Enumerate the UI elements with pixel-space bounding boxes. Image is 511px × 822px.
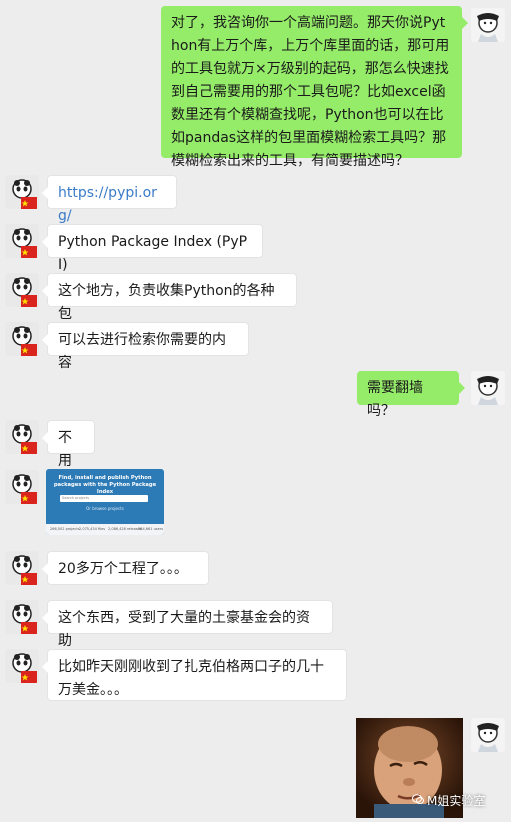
message-text: 20多万个工程了。。。 xyxy=(58,561,188,577)
message-bubble-received[interactable]: https://pypi.org/ xyxy=(42,175,177,224)
message-text: 这个东西，受到了大量的土豪基金会的资助 xyxy=(58,610,310,649)
contact-avatar[interactable] xyxy=(5,175,39,209)
image-stat: 2,075,434 files xyxy=(79,527,106,531)
message-text: 比如昨天刚刚收到了扎克伯格两口子的几十万美金。。。 xyxy=(58,659,324,698)
user-avatar[interactable] xyxy=(471,8,505,42)
contact-avatar[interactable] xyxy=(5,551,39,585)
watermark: M姐实验室 xyxy=(412,792,485,809)
image-stat: 2,086,428 releases xyxy=(108,527,142,531)
contact-avatar[interactable] xyxy=(5,224,39,258)
message-text: 需要翻墙吗？ xyxy=(367,380,423,419)
wechat-icon xyxy=(412,794,424,808)
contact-avatar[interactable] xyxy=(5,600,39,634)
message-text: 对了，我咨询你一个高端问题。那天你说Python有上万个库，上万个库里面的话，那… xyxy=(171,15,450,169)
user-avatar[interactable] xyxy=(471,371,505,405)
contact-avatar[interactable] xyxy=(5,273,39,307)
message-text: Python Package Index (PyPI) xyxy=(58,234,248,273)
message-bubble-sent[interactable]: 需要翻墙吗？ xyxy=(357,371,465,419)
message-text: 这个地方，负责收集Python的各种包 xyxy=(58,283,275,322)
message-bubble-received[interactable]: 这个地方，负责收集Python的各种包 xyxy=(42,273,297,322)
message-link[interactable]: https://pypi.org/ xyxy=(58,185,157,224)
image-stats-bar: 266,502 projects 2,075,434 files 2,086,4… xyxy=(46,524,164,535)
message-bubble-received[interactable]: 可以去进行检索你需要的内容 xyxy=(42,322,249,371)
contact-avatar[interactable] xyxy=(5,470,39,504)
message-bubble-received[interactable]: Python Package Index (PyPI) xyxy=(42,224,263,273)
message-bubble-received[interactable]: 不用 xyxy=(42,420,95,469)
user-avatar[interactable] xyxy=(471,718,505,752)
message-bubble-sent[interactable]: 对了，我咨询你一个高端问题。那天你说Python有上万个库，上万个库里面的话，那… xyxy=(161,6,468,169)
image-message-pypi-screenshot[interactable]: Find, install and publish Python package… xyxy=(46,469,164,535)
watermark-text: M姐实验室 xyxy=(427,794,486,808)
image-stat: 384,661 users xyxy=(138,527,164,531)
message-bubble-received[interactable]: 20多万个工程了。。。 xyxy=(42,551,209,585)
message-text: 不用 xyxy=(58,430,72,469)
contact-avatar[interactable] xyxy=(5,649,39,683)
contact-avatar[interactable] xyxy=(5,420,39,454)
message-text: 可以去进行检索你需要的内容 xyxy=(58,332,226,371)
message-bubble-received[interactable]: 这个东西，受到了大量的土豪基金会的资助 xyxy=(42,600,333,649)
image-browse-link: Or browse projects xyxy=(86,506,124,511)
image-headline: Find, install and publish Python package… xyxy=(53,475,157,495)
image-stat: 266,502 projects xyxy=(50,527,80,531)
message-bubble-received[interactable]: 比如昨天刚刚收到了扎克伯格两口子的几十万美金。。。 xyxy=(42,649,347,701)
image-search-bar: Search projects xyxy=(60,495,148,502)
contact-avatar[interactable] xyxy=(5,322,39,356)
image-search-placeholder: Search projects xyxy=(62,496,90,500)
